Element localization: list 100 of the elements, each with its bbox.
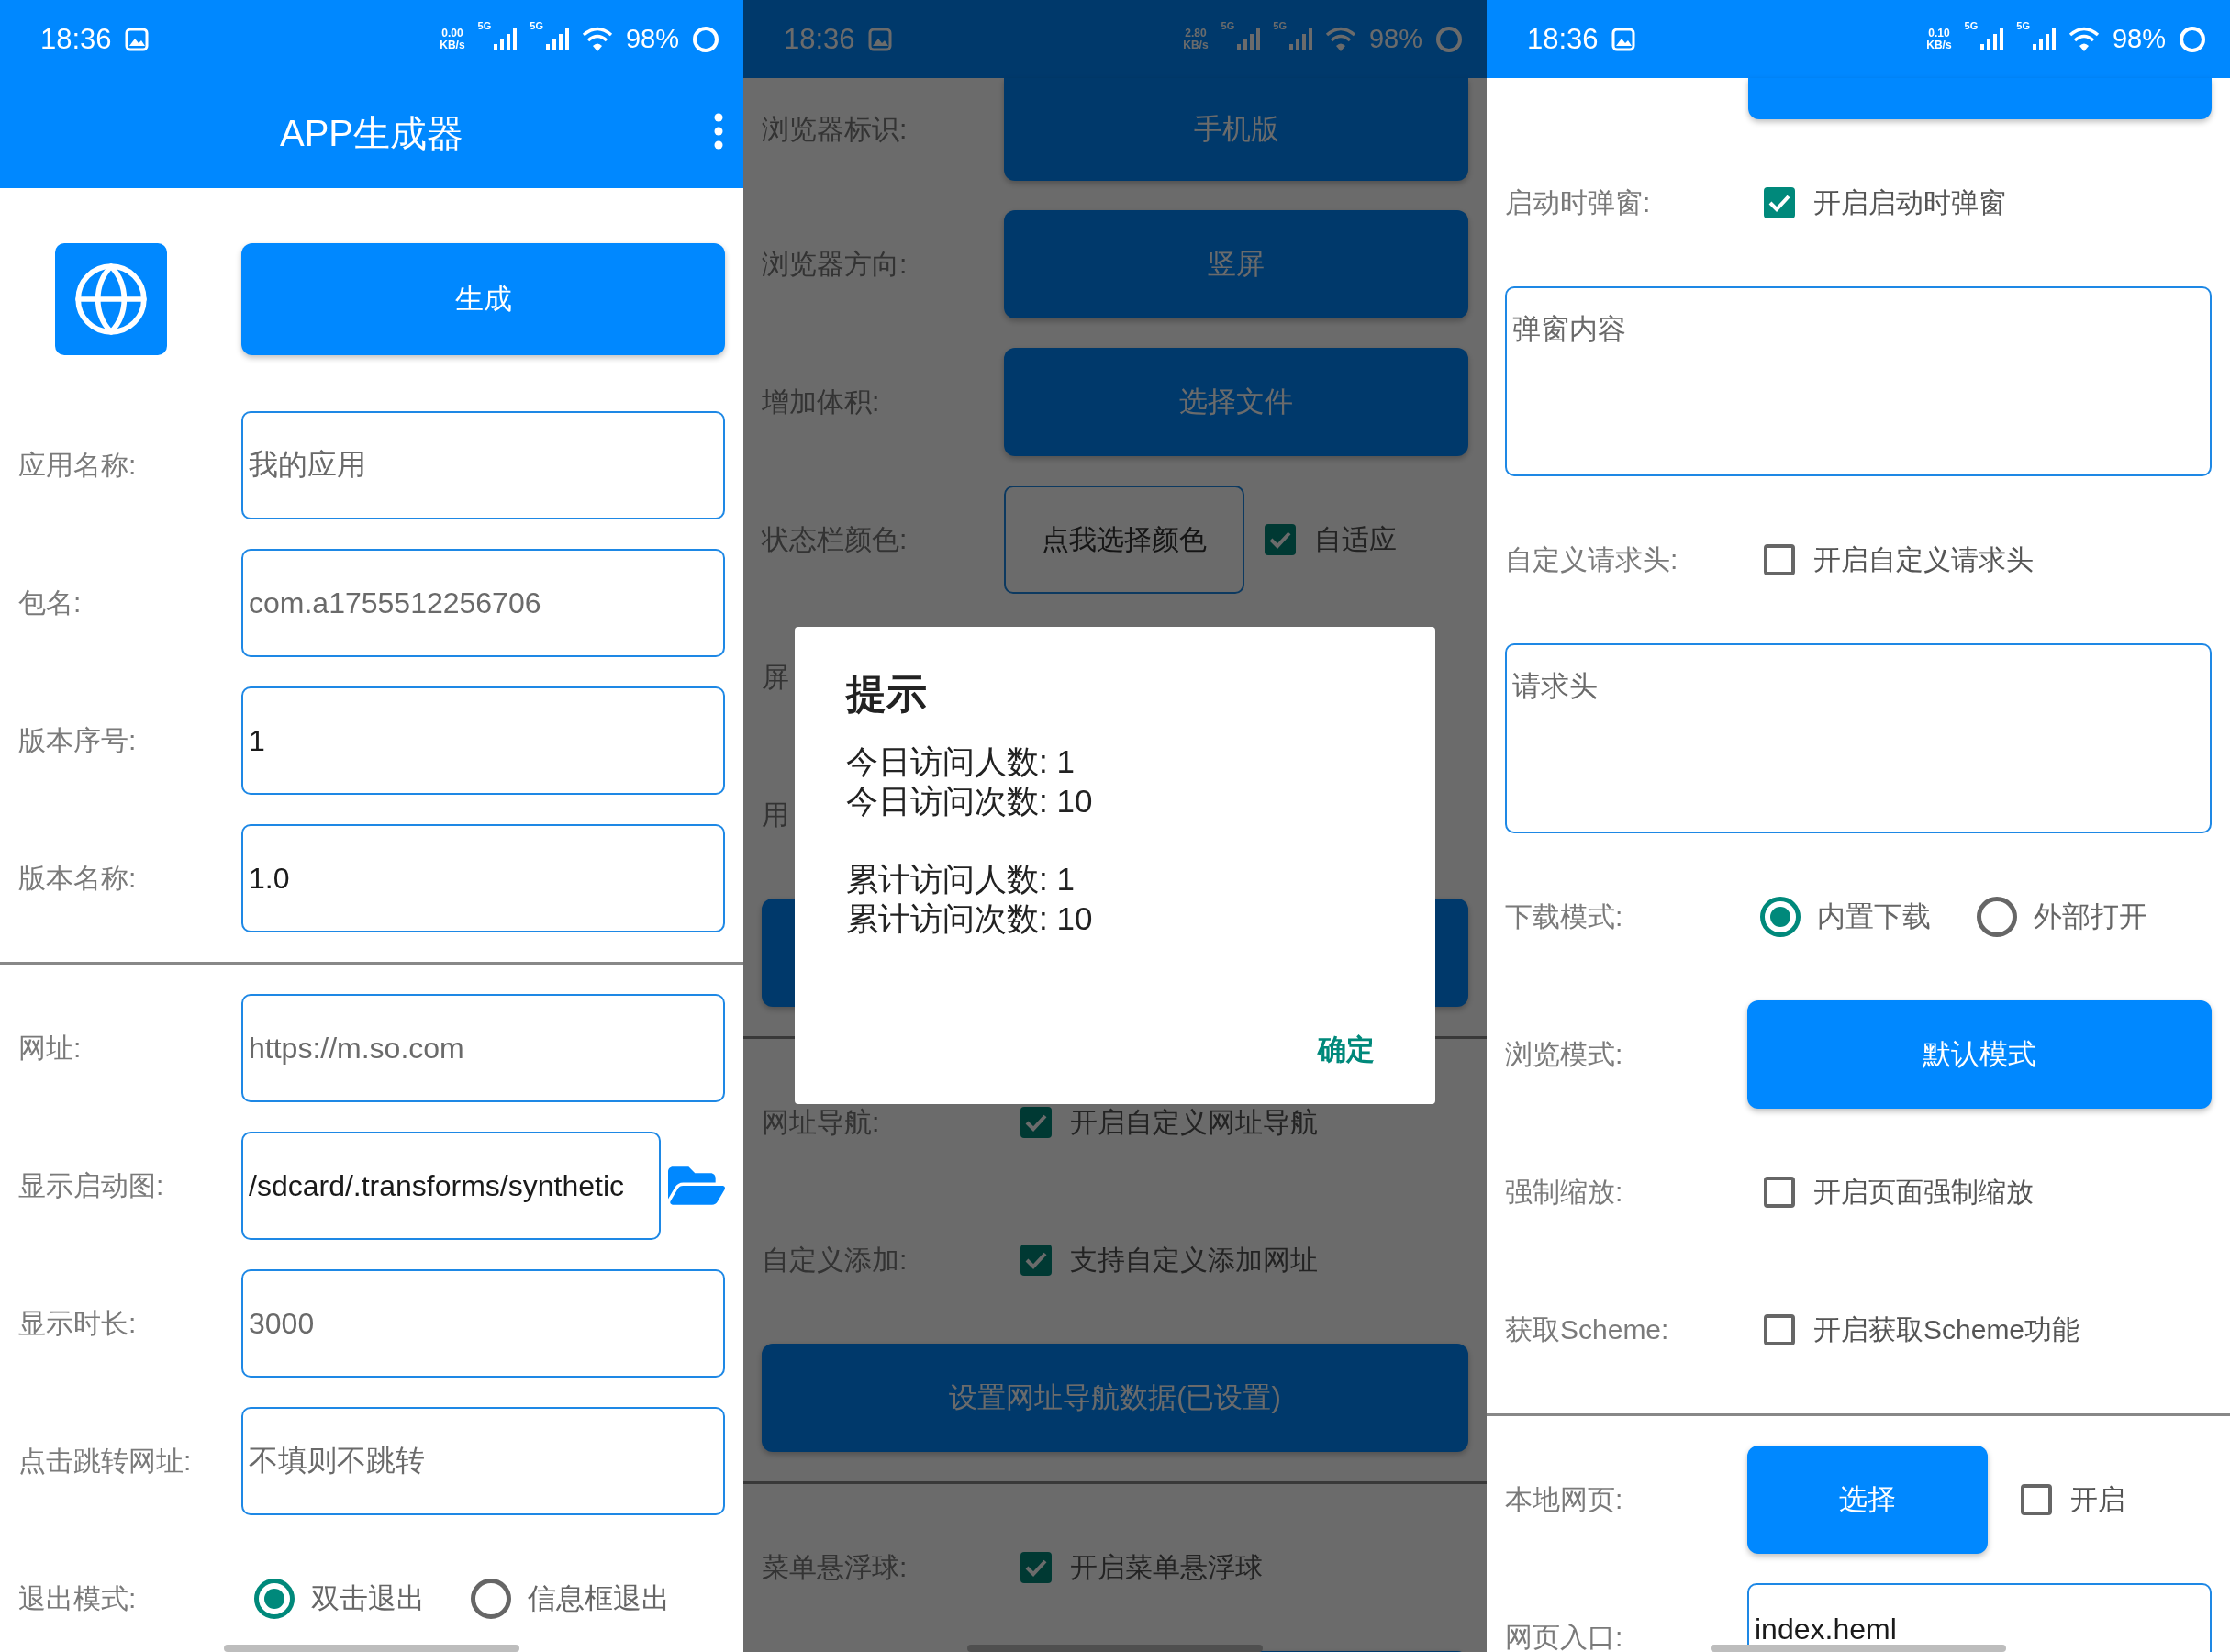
field-label: 屏 <box>762 660 789 694</box>
checkbox[interactable]: 开启 <box>1988 1480 2125 1519</box>
field-label: 自定义添加: <box>762 1243 908 1277</box>
text-field[interactable]: 1.0 <box>241 824 725 932</box>
dialog-text: 今日访问人数: 1 <box>846 742 1076 781</box>
field-label: 菜单悬浮球: <box>762 1550 908 1584</box>
network-type: 5G <box>477 20 492 31</box>
checkbox[interactable]: 开启启动时弹窗 <box>1747 184 2006 222</box>
checkbox-box[interactable] <box>1020 1107 1052 1138</box>
more-icon <box>714 113 723 150</box>
dialog-text: 累计访问次数: 10 <box>846 899 1094 938</box>
text-field[interactable]: 我的应用 <box>241 411 725 519</box>
text-field[interactable]: com.a1755512256706 <box>241 549 725 657</box>
field-label: 点击跳转网址: <box>18 1444 192 1478</box>
checkbox-box[interactable] <box>1265 524 1296 555</box>
checkbox[interactable]: 开启获取Scheme功能 <box>1747 1311 2080 1349</box>
field-label: 增加体积: <box>762 385 880 419</box>
field-label: 获取Scheme: <box>1505 1312 1669 1346</box>
gallery-icon <box>1611 27 1635 51</box>
wifi-icon <box>581 26 613 52</box>
network-type: 5G <box>1273 20 1287 31</box>
battery-level: 98% <box>2112 24 2166 54</box>
signal-icon <box>1979 27 2004 51</box>
checkbox-box[interactable] <box>1764 544 1795 575</box>
checkbox[interactable]: 支持自定义添加网址 <box>1004 1241 1318 1279</box>
text-field[interactable]: 不填则不跳转 <box>241 1407 725 1515</box>
color-picker-button[interactable]: 点我选择颜色 <box>1004 486 1244 594</box>
checkbox[interactable]: 开启菜单悬浮球 <box>1004 1548 1263 1587</box>
menu-button[interactable] <box>714 113 723 150</box>
wifi-icon <box>1324 26 1356 52</box>
app-title: APP生成器 <box>279 111 463 155</box>
option-button[interactable]: 默认模式 <box>1747 1000 2212 1109</box>
checkbox[interactable]: 自适应 <box>1244 520 1397 559</box>
battery-level: 98% <box>1368 24 1422 54</box>
field-label: 强制缩放: <box>1505 1175 1623 1209</box>
status-time: 18:36 <box>1527 22 1599 56</box>
wifi-icon <box>2068 26 2100 52</box>
text-field[interactable]: 3000 <box>241 1269 725 1378</box>
field-label: 状态栏颜色: <box>762 522 908 556</box>
network-type: 5G <box>2016 20 2030 31</box>
status-time: 18:36 <box>40 22 112 56</box>
checkbox[interactable]: 开启自定义请求头 <box>1747 541 2034 579</box>
signal-icon <box>544 27 569 51</box>
network-speed: 0.10 KB/s <box>1926 27 1952 51</box>
field-label: 显示时长: <box>18 1306 137 1340</box>
dialog-text: 今日访问次数: 10 <box>846 782 1094 820</box>
radio-option[interactable]: 信息框退出 <box>471 1579 670 1619</box>
radio-button[interactable] <box>254 1579 295 1619</box>
field-label: 版本序号: <box>18 723 137 757</box>
checkbox-box[interactable] <box>1764 1314 1795 1345</box>
checkbox-box[interactable] <box>1764 1177 1795 1208</box>
field-label: 包名: <box>18 586 82 620</box>
checkbox-box[interactable] <box>1764 187 1795 218</box>
checkbox-box[interactable] <box>1020 1552 1052 1583</box>
field-label: 浏览器方向: <box>762 247 908 281</box>
field-label: 用 <box>762 798 789 832</box>
generate-button[interactable]: 生成 <box>241 243 725 355</box>
dialog-text: 累计访问人数: 1 <box>846 860 1076 899</box>
radio-button[interactable] <box>1760 897 1801 937</box>
battery-ring-icon <box>2179 25 2206 53</box>
dialog-title: 提示 <box>846 670 928 718</box>
text-field[interactable]: /sdcard/.transforms/synthetic <box>241 1132 661 1240</box>
field-label: 版本名称: <box>18 861 137 895</box>
network-type: 5G <box>1221 20 1235 31</box>
field-label: 启动时弹窗: <box>1505 185 1651 219</box>
field-label: 网页入口: <box>1505 1620 1623 1652</box>
status-time: 18:36 <box>784 22 855 56</box>
signal-icon <box>1288 27 1312 51</box>
radio-option[interactable]: 内置下载 <box>1760 897 1931 937</box>
network-type: 5G <box>1964 20 1979 31</box>
field-label: 显示启动图: <box>18 1168 164 1202</box>
field-label: 网址: <box>18 1031 82 1065</box>
radio-button[interactable] <box>1977 897 2017 937</box>
text-field[interactable]: https://m.so.com <box>241 994 725 1102</box>
field-label: 自定义请求头: <box>1505 542 1678 576</box>
field-label: 网址导航: <box>762 1105 880 1139</box>
checkbox[interactable]: 开启页面强制缩放 <box>1747 1173 2034 1211</box>
network-speed: 2.80 KB/s <box>1183 27 1209 51</box>
gallery-icon <box>867 27 892 51</box>
radio-button[interactable] <box>471 1579 511 1619</box>
network-type: 5G <box>530 20 543 31</box>
select-button[interactable]: 选择 <box>1747 1446 1988 1554</box>
text-area[interactable]: 弹窗内容 <box>1505 286 2212 476</box>
field-label: 本地网页: <box>1505 1482 1623 1516</box>
confirm-button[interactable]: 确定 <box>1309 1023 1384 1077</box>
battery-level: 98% <box>625 24 679 54</box>
field-label: 应用名称: <box>18 448 137 482</box>
radio-option[interactable]: 外部打开 <box>1977 897 2147 937</box>
signal-icon <box>493 27 518 51</box>
checkbox[interactable]: 开启自定义网址导航 <box>1004 1103 1318 1142</box>
checkbox-box[interactable] <box>1020 1245 1052 1276</box>
text-field[interactable]: 1 <box>241 686 725 795</box>
globe-icon[interactable] <box>55 243 167 355</box>
checkbox-box[interactable] <box>2021 1484 2052 1515</box>
field-label: 浏览模式: <box>1505 1037 1623 1071</box>
radio-option[interactable]: 双击退出 <box>254 1579 425 1619</box>
text-area[interactable]: 请求头 <box>1505 643 2212 833</box>
battery-ring-icon <box>1435 25 1463 53</box>
signal-icon <box>1236 27 1261 51</box>
field-label: 浏览器标识: <box>762 112 908 146</box>
